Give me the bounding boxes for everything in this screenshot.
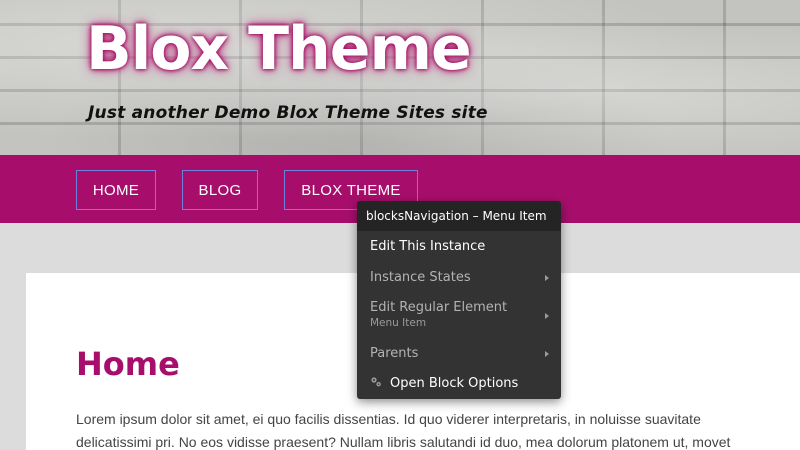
page-title: Home	[76, 345, 180, 383]
context-menu: blocksNavigation – Menu Item Edit This I…	[357, 201, 561, 399]
page-paragraph: Lorem ipsum dolor sit amet, ei quo facil…	[76, 411, 731, 450]
submenu-arrow-icon	[545, 313, 549, 319]
menu-item-label: Open Block Options	[390, 376, 519, 391]
gear-icon	[371, 377, 381, 387]
site-tagline: Just another Demo Blox Theme Sites site	[88, 103, 488, 123]
menu-item-label: Edit Regular Element	[370, 300, 508, 315]
menu-item-edit-regular-element[interactable]: Edit Regular Element Menu Item	[357, 293, 561, 339]
menu-item-label: Instance States	[370, 270, 471, 285]
submenu-arrow-icon	[545, 274, 549, 281]
menu-item-label: Parents	[370, 346, 419, 361]
nav-item-home[interactable]: HOME	[76, 170, 156, 210]
menu-item-open-block-options[interactable]: Open Block Options	[357, 369, 561, 399]
submenu-arrow-icon	[545, 351, 549, 357]
nav-item-blog[interactable]: BLOG	[182, 170, 258, 210]
context-menu-title: blocksNavigation – Menu Item	[357, 201, 561, 231]
site-header: Blox Theme Just another Demo Blox Theme …	[0, 0, 800, 155]
menu-item-label: Edit This Instance	[370, 239, 486, 254]
menu-item-edit-this-instance[interactable]: Edit This Instance	[357, 231, 561, 262]
menu-item-instance-states[interactable]: Instance States	[357, 262, 561, 293]
menu-item-parents[interactable]: Parents	[357, 339, 561, 369]
menu-item-sublabel: Menu Item	[370, 317, 427, 329]
site-title[interactable]: Blox Theme	[86, 14, 472, 84]
